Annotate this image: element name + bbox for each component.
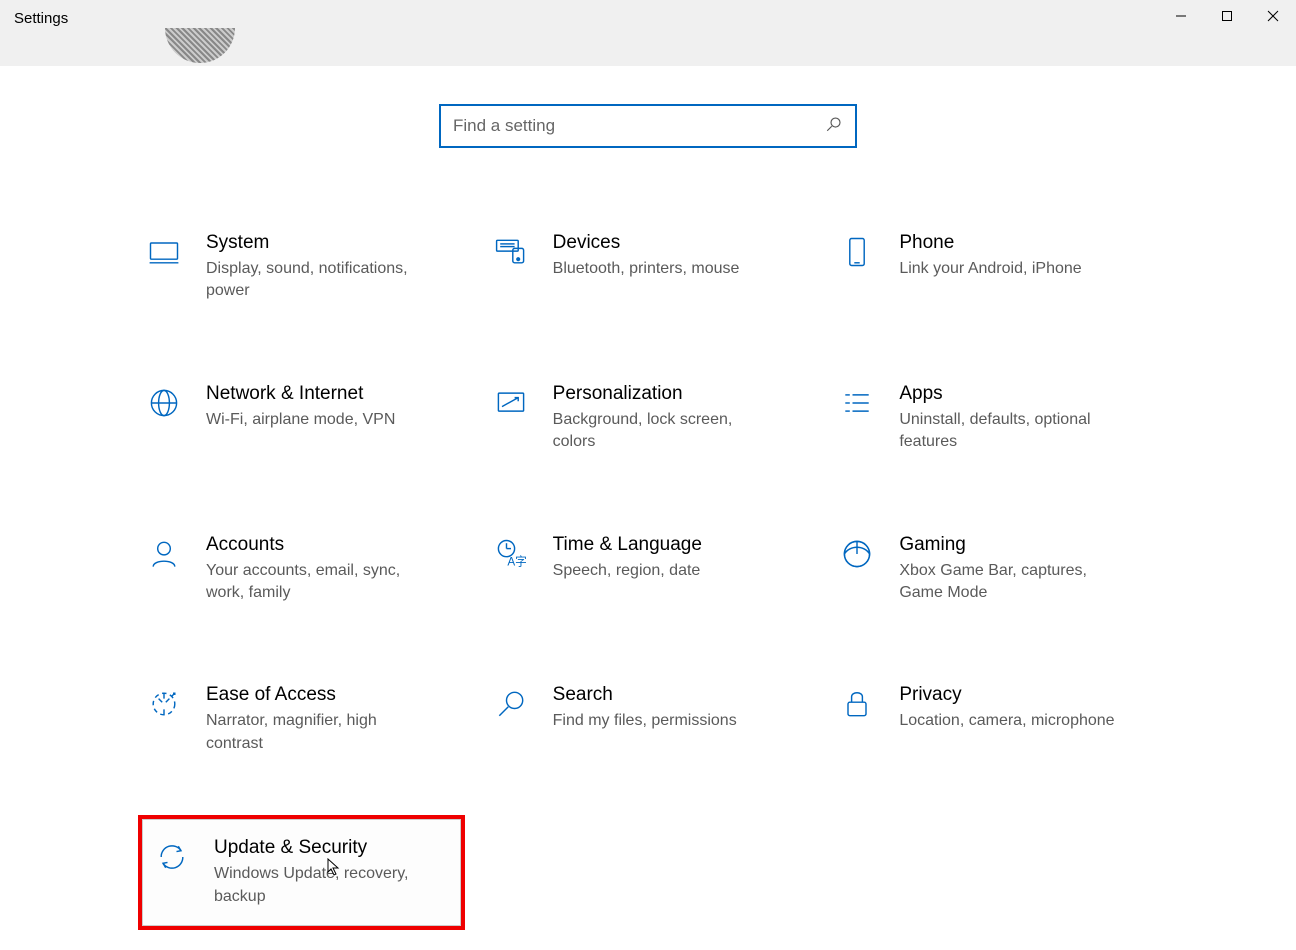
network-icon (144, 383, 184, 423)
system-icon (144, 232, 184, 272)
content-area: System Display, sound, notifications, pow… (0, 66, 1296, 930)
category-desc: Uninstall, defaults, optional features (899, 409, 1119, 454)
category-title: Gaming (899, 534, 1119, 556)
category-title: Update & Security (214, 837, 434, 859)
search-input[interactable] (453, 116, 825, 136)
category-desc: Narrator, magnifier, high contrast (206, 710, 426, 755)
ease-icon (144, 684, 184, 724)
close-button[interactable] (1250, 0, 1296, 32)
search-box[interactable] (439, 104, 857, 148)
category-desc: Location, camera, microphone (899, 710, 1114, 732)
category-phone[interactable]: Phone Link your Android, iPhone (831, 226, 1158, 309)
search-icon (491, 684, 531, 724)
accounts-icon (144, 534, 184, 574)
category-title: System (206, 232, 426, 254)
category-privacy[interactable]: Privacy Location, camera, microphone (831, 678, 1158, 761)
window-controls (1158, 0, 1296, 40)
window-title: Settings (0, 0, 82, 37)
minimize-button[interactable] (1158, 0, 1204, 32)
category-title: Privacy (899, 684, 1114, 706)
category-time[interactable]: A字 Time & Language Speech, region, date (485, 528, 812, 611)
category-title: Accounts (206, 534, 426, 556)
category-desc: Speech, region, date (553, 560, 702, 582)
apps-icon (837, 383, 877, 423)
category-personal[interactable]: Personalization Background, lock screen, … (485, 377, 812, 460)
category-desc: Xbox Game Bar, captures, Game Mode (899, 560, 1119, 605)
title-bar: Settings (0, 0, 1296, 66)
category-accounts[interactable]: Accounts Your accounts, email, sync, work… (138, 528, 465, 611)
category-update[interactable]: Update & Security Windows Update, recover… (138, 815, 465, 930)
category-title: Ease of Access (206, 684, 426, 706)
category-apps[interactable]: Apps Uninstall, defaults, optional featur… (831, 377, 1158, 460)
personal-icon (491, 383, 531, 423)
avatar-partial (165, 28, 235, 66)
phone-icon (837, 232, 877, 272)
category-system[interactable]: System Display, sound, notifications, pow… (138, 226, 465, 309)
category-network[interactable]: Network & Internet Wi-Fi, airplane mode, … (138, 377, 465, 460)
category-desc: Find my files, permissions (553, 710, 737, 732)
category-title: Phone (899, 232, 1081, 254)
category-desc: Wi-Fi, airplane mode, VPN (206, 409, 395, 431)
category-devices[interactable]: Devices Bluetooth, printers, mouse (485, 226, 812, 309)
category-desc: Display, sound, notifications, power (206, 258, 426, 303)
category-desc: Your accounts, email, sync, work, family (206, 560, 426, 605)
svg-text:A字: A字 (507, 554, 526, 568)
update-icon (152, 837, 192, 877)
privacy-icon (837, 684, 877, 724)
category-title: Devices (553, 232, 740, 254)
category-search[interactable]: Search Find my files, permissions (485, 678, 812, 761)
category-grid: System Display, sound, notifications, pow… (138, 226, 1158, 930)
time-icon: A字 (491, 534, 531, 574)
category-title: Search (553, 684, 737, 706)
category-title: Apps (899, 383, 1119, 405)
maximize-button[interactable] (1204, 0, 1250, 32)
category-desc: Windows Update, recovery, backup (214, 863, 434, 908)
search-icon (825, 115, 843, 138)
category-title: Network & Internet (206, 383, 395, 405)
devices-icon (491, 232, 531, 272)
gaming-icon (837, 534, 877, 574)
category-desc: Background, lock screen, colors (553, 409, 773, 454)
category-title: Time & Language (553, 534, 702, 556)
category-ease[interactable]: Ease of Access Narrator, magnifier, high … (138, 678, 465, 761)
category-gaming[interactable]: Gaming Xbox Game Bar, captures, Game Mode (831, 528, 1158, 611)
category-desc: Link your Android, iPhone (899, 258, 1081, 280)
category-desc: Bluetooth, printers, mouse (553, 258, 740, 280)
category-title: Personalization (553, 383, 773, 405)
